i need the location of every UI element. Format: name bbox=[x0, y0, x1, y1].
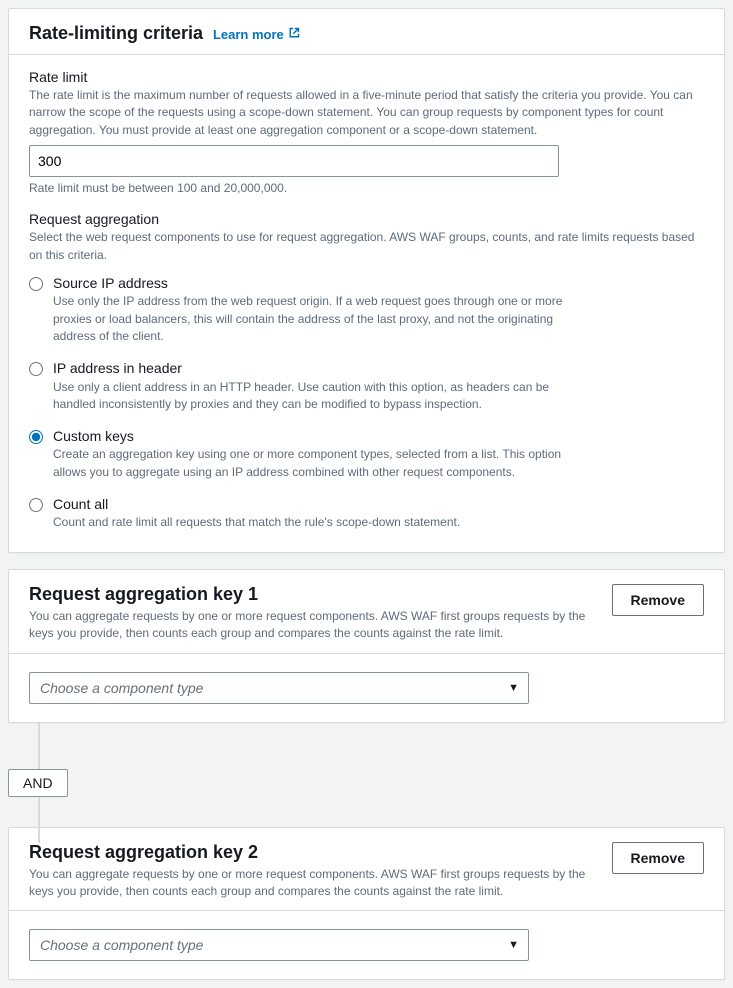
aggregation-radio-group: Source IP address Use only the IP addres… bbox=[29, 270, 704, 532]
rate-limit-label: Rate limit bbox=[29, 69, 704, 85]
aggregation-key-panel-1: Request aggregation key 1 You can aggreg… bbox=[8, 569, 725, 723]
aggregation-option-source-ip[interactable]: Source IP address Use only the IP addres… bbox=[29, 270, 704, 355]
and-connector: AND bbox=[8, 739, 725, 827]
learn-more-link[interactable]: Learn more bbox=[213, 27, 300, 42]
radio-desc: Count and rate limit all requests that m… bbox=[53, 514, 460, 531]
panel-body: Choose a component type ▼ bbox=[9, 911, 724, 979]
panel-body: Rate limit The rate limit is the maximum… bbox=[9, 55, 724, 552]
key-title: Request aggregation key 2 bbox=[29, 842, 258, 863]
chevron-down-icon: ▼ bbox=[508, 939, 519, 951]
rate-limit-description: The rate limit is the maximum number of … bbox=[29, 87, 704, 139]
radio-count-all[interactable] bbox=[29, 498, 43, 512]
remove-button[interactable]: Remove bbox=[612, 584, 704, 616]
chevron-down-icon: ▼ bbox=[508, 682, 519, 694]
radio-title: Custom keys bbox=[53, 427, 593, 445]
aggregation-label: Request aggregation bbox=[29, 211, 704, 227]
panel-body: Choose a component type ▼ bbox=[9, 654, 724, 722]
learn-more-label: Learn more bbox=[213, 27, 284, 42]
radio-title: Count all bbox=[53, 495, 460, 513]
component-type-select[interactable]: Choose a component type ▼ bbox=[29, 929, 529, 961]
rate-limit-input[interactable] bbox=[29, 145, 559, 177]
panel-header: Request aggregation key 2 You can aggreg… bbox=[9, 828, 724, 912]
radio-desc: Use only the IP address from the web req… bbox=[53, 293, 593, 345]
key-title: Request aggregation key 1 bbox=[29, 584, 258, 605]
radio-desc: Create an aggregation key using one or m… bbox=[53, 446, 593, 481]
rate-limit-constraint: Rate limit must be between 100 and 20,00… bbox=[29, 181, 704, 195]
external-link-icon bbox=[288, 27, 300, 42]
and-label: AND bbox=[8, 769, 68, 797]
component-type-select[interactable]: Choose a component type ▼ bbox=[29, 672, 529, 704]
radio-title: IP address in header bbox=[53, 359, 593, 377]
panel-title: Rate-limiting criteria bbox=[29, 23, 203, 44]
aggregation-description: Select the web request components to use… bbox=[29, 229, 704, 264]
radio-custom-keys[interactable] bbox=[29, 430, 43, 444]
select-placeholder: Choose a component type bbox=[29, 929, 529, 961]
panel-header: Request aggregation key 1 You can aggreg… bbox=[9, 570, 724, 654]
remove-button[interactable]: Remove bbox=[612, 842, 704, 874]
radio-header-ip[interactable] bbox=[29, 362, 43, 376]
aggregation-option-header-ip[interactable]: IP address in header Use only a client a… bbox=[29, 355, 704, 423]
aggregation-key-panel-2: Request aggregation key 2 You can aggreg… bbox=[8, 827, 725, 981]
aggregation-option-custom-keys[interactable]: Custom keys Create an aggregation key us… bbox=[29, 423, 704, 491]
key-description: You can aggregate requests by one or mor… bbox=[29, 608, 596, 643]
panel-header: Rate-limiting criteria Learn more bbox=[9, 9, 724, 55]
radio-source-ip[interactable] bbox=[29, 277, 43, 291]
key-description: You can aggregate requests by one or mor… bbox=[29, 866, 596, 901]
aggregation-option-count-all[interactable]: Count all Count and rate limit all reque… bbox=[29, 491, 704, 532]
select-placeholder: Choose a component type bbox=[29, 672, 529, 704]
radio-desc: Use only a client address in an HTTP hea… bbox=[53, 379, 593, 414]
rate-limiting-criteria-panel: Rate-limiting criteria Learn more Rate l… bbox=[8, 8, 725, 553]
radio-title: Source IP address bbox=[53, 274, 593, 292]
